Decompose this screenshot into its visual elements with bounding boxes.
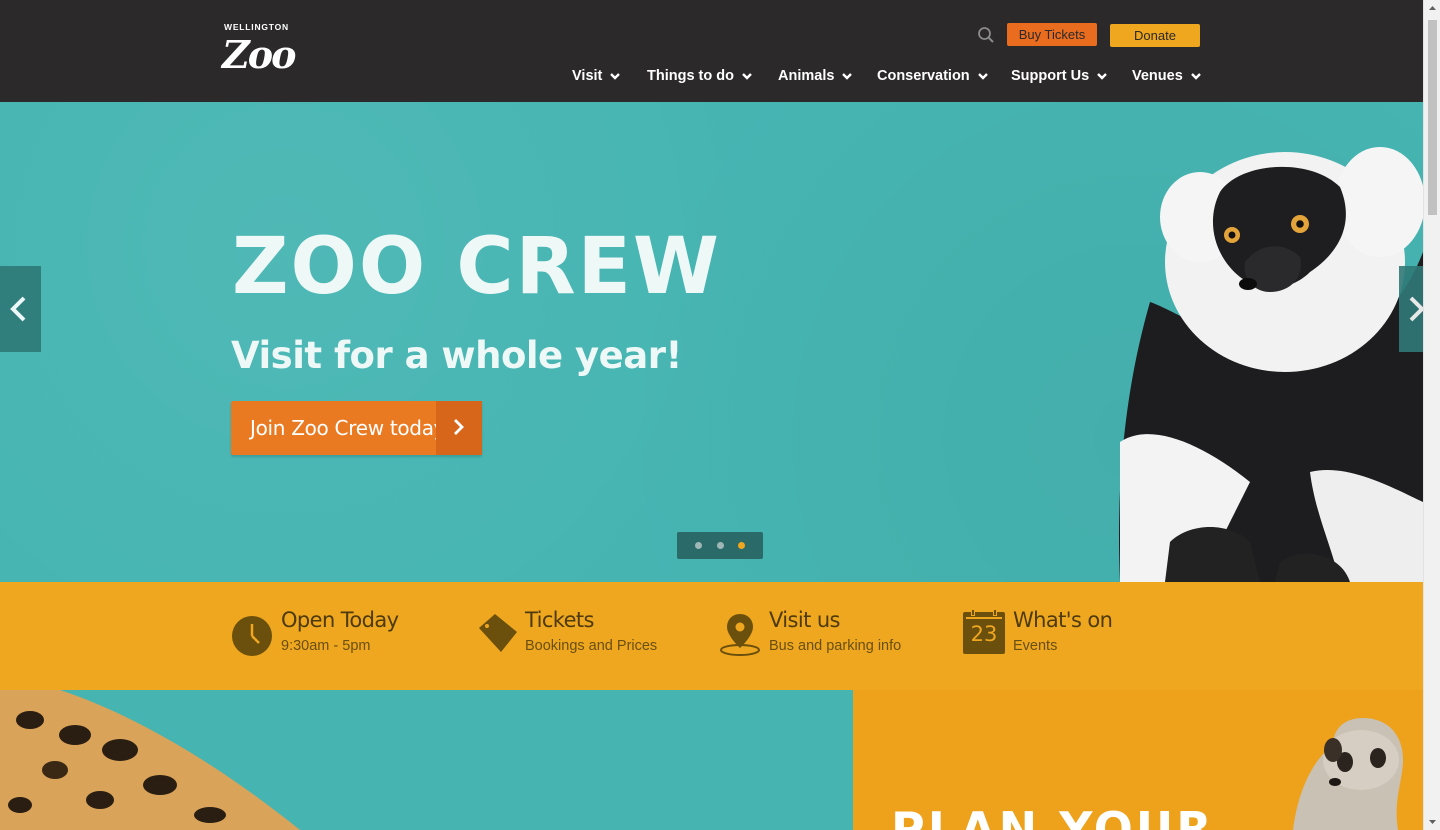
info-tickets[interactable]: Tickets Bookings and Prices	[475, 608, 695, 658]
quick-info-bar: Open Today 9:30am - 5pm Tickets Bookings…	[0, 582, 1423, 690]
carousel-dot-1[interactable]	[695, 542, 702, 549]
cta-label: Join Zoo Crew today	[250, 416, 446, 440]
carousel-next-button[interactable]	[1399, 266, 1423, 352]
clock-icon	[232, 616, 272, 656]
chevron-down-icon	[842, 73, 853, 80]
buy-tickets-button[interactable]: Buy Tickets	[1007, 23, 1097, 46]
info-title: Open Today	[281, 608, 399, 632]
scroll-up-arrow-icon[interactable]	[1424, 0, 1440, 17]
scrollbar-thumb[interactable]	[1428, 20, 1437, 215]
plan-your-visit-title: PLAN YOUR	[891, 802, 1215, 830]
nav-item-animals[interactable]: Animals	[778, 66, 853, 86]
info-open-today[interactable]: Open Today 9:30am - 5pm	[231, 608, 431, 658]
donate-button[interactable]: Donate	[1110, 24, 1200, 47]
chevron-right-icon	[454, 419, 464, 435]
nav-item-conservation[interactable]: Conservation	[877, 66, 989, 86]
nav-item-venues[interactable]: Venues	[1132, 66, 1202, 86]
page: WELLINGTON Zoo Buy Tickets Donate Visit …	[0, 0, 1423, 830]
wellington-zoo-logo[interactable]: WELLINGTON Zoo	[222, 20, 296, 82]
nav-label: Animals	[778, 68, 835, 84]
hero-subtitle: Visit for a whole year!	[231, 334, 682, 377]
logo-big-text: Zoo	[222, 32, 296, 77]
info-title: What's on	[1013, 608, 1113, 632]
site-header: WELLINGTON Zoo Buy Tickets Donate Visit …	[0, 0, 1423, 102]
nav-label: Conservation	[877, 68, 970, 84]
nav-item-support-us[interactable]: Support Us	[1011, 66, 1108, 86]
nav-item-visit[interactable]: Visit	[572, 66, 621, 86]
chevron-left-icon	[10, 296, 26, 322]
info-subtitle: 9:30am - 5pm	[281, 638, 371, 654]
meerkat-image	[1293, 718, 1403, 830]
feature-panel-plan-your-visit[interactable]: PLAN YOUR	[853, 690, 1423, 830]
info-visit-us[interactable]: Visit us Bus and parking info	[719, 608, 939, 658]
feature-panel-animals[interactable]	[0, 690, 853, 830]
search-icon[interactable]	[977, 26, 995, 44]
carousel-prev-button[interactable]	[0, 266, 41, 352]
info-subtitle: Bus and parking info	[769, 638, 902, 654]
scroll-down-arrow-icon[interactable]	[1424, 813, 1440, 830]
map-pin-icon	[720, 614, 760, 656]
carousel-indicators	[677, 532, 763, 559]
lemur-image	[1119, 147, 1423, 582]
join-zoo-crew-button[interactable]: Join Zoo Crew today	[231, 401, 482, 455]
chevron-down-icon	[1190, 73, 1201, 80]
chevron-down-icon	[610, 73, 621, 80]
carousel-dot-3-active[interactable]	[738, 542, 745, 549]
vertical-scrollbar[interactable]	[1423, 0, 1440, 830]
nav-item-things-to-do[interactable]: Things to do	[647, 66, 753, 86]
ticket-icon	[479, 614, 517, 652]
info-whats-on[interactable]: 23 What's on Events	[963, 608, 1163, 658]
nav-label: Venues	[1132, 68, 1183, 84]
info-subtitle: Bookings and Prices	[525, 638, 658, 654]
hero-carousel: ZOO CREW Visit for a whole year! Join Zo…	[0, 102, 1423, 582]
calendar-day: 23	[970, 622, 998, 646]
info-subtitle: Events	[1013, 638, 1058, 654]
hero-title: ZOO CREW	[232, 222, 721, 312]
chevron-down-icon	[742, 73, 752, 80]
leopard-image	[0, 690, 300, 830]
carousel-dot-2[interactable]	[717, 542, 724, 549]
logo-small-text: WELLINGTON	[224, 22, 289, 32]
nav-label: Visit	[572, 68, 603, 84]
cta-arrow-area	[436, 401, 482, 455]
info-title: Tickets	[525, 608, 594, 632]
chevron-right-icon	[1409, 296, 1423, 322]
calendar-icon: 23	[963, 609, 1005, 654]
nav-label: Support Us	[1011, 68, 1090, 84]
chevron-down-icon	[1097, 73, 1107, 80]
nav-label: Things to do	[647, 68, 734, 84]
info-title: Visit us	[769, 608, 840, 632]
chevron-down-icon	[977, 73, 988, 80]
